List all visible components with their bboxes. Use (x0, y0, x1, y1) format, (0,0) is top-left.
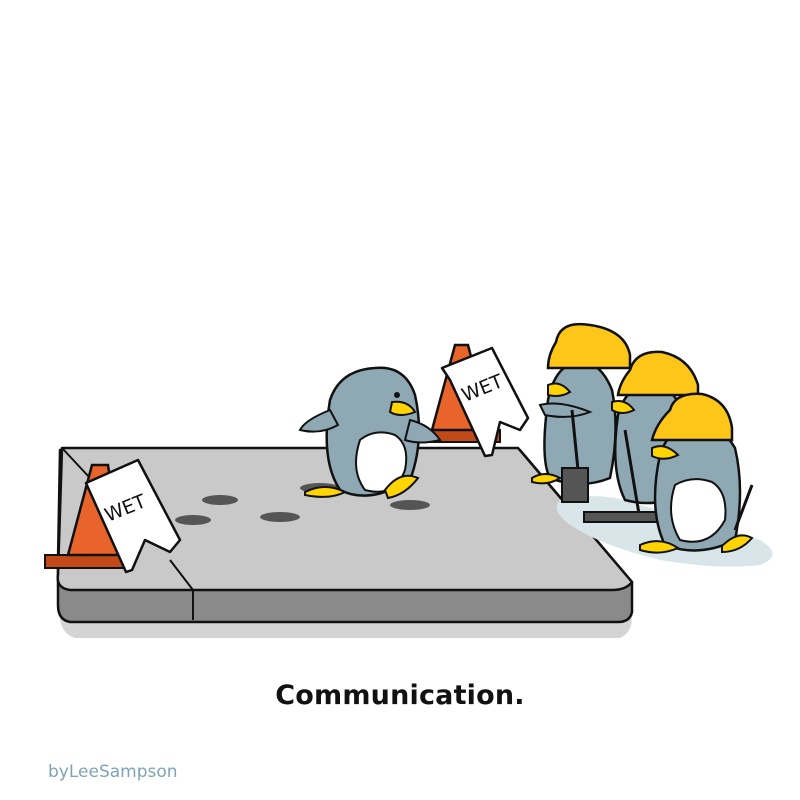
comic-caption: Communication. (275, 680, 525, 711)
artist-signature: byLeeSampson (48, 762, 178, 782)
worker-penguin-shovel (531, 322, 632, 503)
